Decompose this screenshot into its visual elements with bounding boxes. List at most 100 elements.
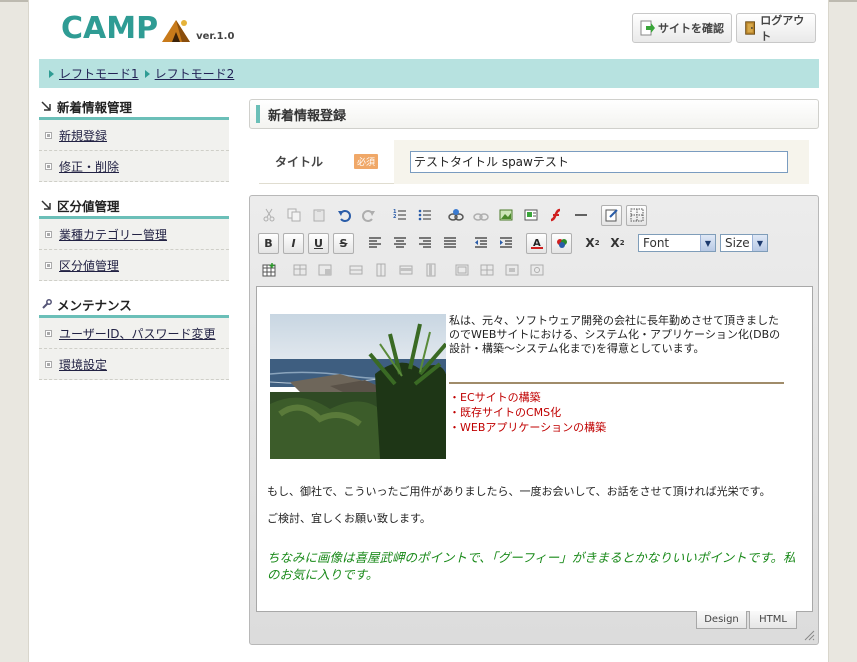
wrench-icon [42,299,52,309]
title-form-row: タイトル 必須 [259,139,809,184]
insert-column-icon[interactable] [370,260,391,281]
arrow-icon [41,101,51,111]
merge-right-icon[interactable] [501,260,522,281]
bullet-icon [45,230,52,238]
show-borders-icon[interactable] [626,204,647,226]
breadcrumb: レフトモード1 レフトモード2 [39,59,819,88]
arrow-icon [41,200,51,210]
tent-icon [162,20,191,42]
paragraph-closing: ご検討、宜しくお願い致します。 [267,512,431,525]
triangle-icon [49,69,54,78]
font-select[interactable]: Font ▼ [638,234,716,252]
ordered-list-icon[interactable]: 12 [389,205,410,226]
service-list: ・ECサイトの構築 ・既存サイトのCMS化 ・WEBアプリケーションの構築 [449,390,606,435]
align-left-icon[interactable] [364,233,385,254]
bullet-icon [45,131,52,139]
toolbar-row-2: B I U S A X 2 X 2 Font ▼ Size ▼ [258,232,772,254]
cut-icon[interactable] [258,205,279,226]
sidebar-item-edit-delete[interactable]: 修正・削除 [39,151,229,182]
svg-text:2: 2 [393,214,397,220]
chevron-down-icon: ▼ [700,235,715,251]
copy-icon[interactable] [283,205,304,226]
font-color-icon[interactable]: A [526,232,547,254]
intro-text: 私は、元々、ソフトウェア開発の会社に長年勤めさせて頂きましたのでWEBサイトにお… [449,314,781,355]
split-cells-icon[interactable] [476,260,497,281]
indent-icon[interactable] [495,233,516,254]
list-item: ・ECサイトの構築 [449,391,541,404]
bullet-icon [45,162,52,170]
external-page-icon [640,20,655,36]
logo-text: CAMP [61,11,159,46]
triangle-icon [144,69,150,78]
sidebar-item-new-registration[interactable]: 新規登録 [39,120,229,151]
toolbar-row-1: 12 [258,204,651,226]
view-site-button[interactable]: サイトを確認 [632,13,732,43]
toolbar-row-3 [258,259,551,281]
image-properties-icon[interactable] [520,205,541,226]
title-label: タイトル [275,155,324,169]
breadcrumb-link-left-mode-1[interactable]: レフトモード1 [49,65,139,82]
sidebar-item-environment-settings[interactable]: 環境設定 [39,349,229,380]
underline-button[interactable]: U [308,232,329,254]
image-icon[interactable] [495,205,516,226]
cell-properties-icon[interactable] [314,260,335,281]
bullet-icon [45,329,52,337]
link-icon[interactable] [445,205,466,226]
sidebar-item-user-password[interactable]: ユーザーID、パスワード変更 [39,318,229,349]
sidebar-item-category-values[interactable]: 区分値管理 [39,250,229,281]
version-label: ver.1.0 [196,31,235,42]
horizontal-rule [449,382,784,384]
logo: CAMP ver.1.0 [61,10,234,44]
justify-icon[interactable] [439,233,460,254]
sidebar-section-news: 新着情報管理 [39,96,229,120]
tab-design[interactable]: Design [696,611,747,629]
horizontal-rule-icon[interactable] [570,205,591,226]
logout-label: ログアウト [760,14,805,43]
subscript-icon[interactable]: X2 [607,233,628,254]
editor-content-area[interactable]: 私は、元々、ソフトウェア開発の会社に長年勤めさせて頂きましたのでWEBサイトにお… [256,286,813,612]
merge-cells-icon[interactable] [451,260,472,281]
sidebar-section-category: 区分値管理 [39,195,229,219]
bullet-icon [45,261,52,269]
rich-text-editor: 12 B I U S A X 2 X 2 Font ▼ Size ▼ 私は、元々… [249,195,819,645]
superscript-icon[interactable]: X2 [582,233,603,254]
title-input[interactable] [410,150,788,173]
bold-button[interactable]: B [258,232,279,254]
chevron-down-icon: ▼ [752,235,767,251]
size-select[interactable]: Size ▼ [720,234,768,252]
sidebar-item-industry-category[interactable]: 業種カテゴリー管理 [39,219,229,250]
edit-style-icon[interactable] [601,204,622,226]
redo-icon[interactable] [358,205,379,226]
unlink-icon[interactable] [470,205,491,226]
table-properties-icon[interactable] [289,260,310,281]
delete-column-icon[interactable] [420,260,441,281]
page-title: 新着情報登録 [249,99,819,129]
background-color-icon[interactable] [551,232,572,254]
list-item: ・WEBアプリケーションの構築 [449,421,607,434]
align-right-icon[interactable] [414,233,435,254]
outdent-icon[interactable] [470,233,491,254]
required-badge: 必須 [354,154,379,169]
resize-grip-icon[interactable] [803,629,815,641]
delete-row-icon[interactable] [395,260,416,281]
page: CAMP ver.1.0 サイトを確認 ログアウト レフトモード1 レフトモード… [28,0,829,662]
align-center-icon[interactable] [389,233,410,254]
seaside-photo [270,314,446,459]
unordered-list-icon[interactable] [414,205,435,226]
strikethrough-button[interactable]: S [333,232,354,254]
title-accent-bar [256,105,260,123]
flash-icon[interactable] [545,205,566,226]
sidebar: 新着情報管理 新規登録 修正・削除 区分値管理 業種カテゴリー管理 区分値管理 [39,96,229,380]
insert-table-icon[interactable] [258,260,279,281]
italic-button[interactable]: I [283,232,304,254]
merge-down-icon[interactable] [526,260,547,281]
undo-icon[interactable] [333,205,354,226]
logout-button[interactable]: ログアウト [736,13,816,43]
view-site-label: サイトを確認 [658,22,724,35]
tab-html[interactable]: HTML [749,611,797,629]
breadcrumb-link-left-mode-2[interactable]: レフトモード2 [144,65,234,82]
insert-row-icon[interactable] [345,260,366,281]
paste-icon[interactable] [308,205,329,226]
door-icon [745,21,755,35]
sidebar-section-maintenance: メンテナンス [39,294,229,318]
